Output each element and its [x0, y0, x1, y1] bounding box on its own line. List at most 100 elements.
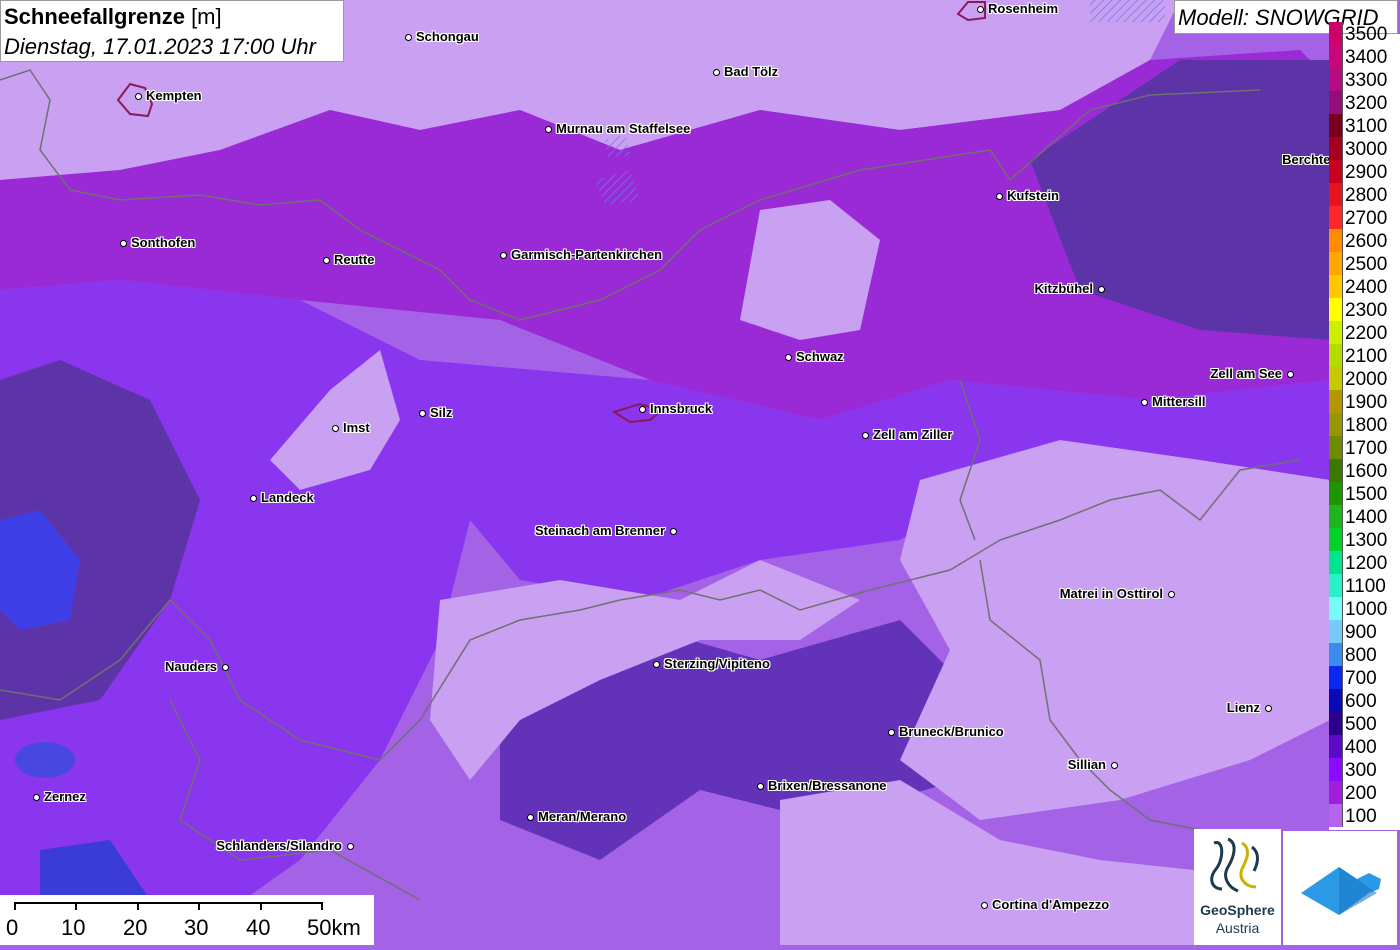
- city-marker[interactable]: [887, 728, 895, 736]
- legend-row: 2800: [1329, 183, 1400, 206]
- legend-label: 3000: [1345, 139, 1388, 160]
- city-label: Zell am Ziller: [873, 427, 953, 442]
- city-marker[interactable]: [980, 901, 988, 909]
- scale-tick: [75, 902, 77, 910]
- legend-label: 2700: [1345, 208, 1388, 229]
- legend-row: 1800: [1329, 413, 1400, 436]
- legend-label: 2000: [1345, 369, 1388, 390]
- legend-row: 700: [1329, 666, 1400, 689]
- city-marker[interactable]: [346, 842, 354, 850]
- legend-swatch: [1329, 689, 1343, 712]
- legend-label: 900: [1345, 622, 1377, 643]
- snowgrid-logo[interactable]: [1283, 831, 1397, 945]
- legend-swatch: [1329, 183, 1343, 206]
- legend-row: 900: [1329, 620, 1400, 643]
- city-marker[interactable]: [1140, 398, 1148, 406]
- city-label: Schlanders/Silandro: [216, 838, 342, 853]
- legend-swatch: [1329, 160, 1343, 183]
- map-date: Dienstag, 17.01.2023 17:00 Uhr: [4, 34, 316, 59]
- scale-label: 20: [123, 915, 148, 940]
- legend-swatch: [1329, 45, 1343, 68]
- map-title: Schneefallgrenze [m]: [4, 4, 222, 29]
- city-marker[interactable]: [249, 494, 257, 502]
- legend-row: 2200: [1329, 321, 1400, 344]
- legend-row: 400: [1329, 735, 1400, 758]
- legend-swatch: [1329, 459, 1343, 482]
- legend-swatch: [1329, 620, 1343, 643]
- city-label: Sillian: [1067, 757, 1106, 772]
- legend-label: 3400: [1345, 47, 1388, 68]
- city-marker[interactable]: [1264, 704, 1272, 712]
- scale-tick: [198, 902, 200, 910]
- legend-swatch: [1329, 758, 1343, 781]
- legend-swatch: [1329, 482, 1343, 505]
- city-label: Matrei in Osttirol: [1059, 586, 1163, 601]
- legend-row: 200: [1329, 781, 1400, 804]
- city-label: Sterzing/Vipiteno: [664, 656, 770, 671]
- legend-label: 800: [1345, 645, 1377, 666]
- legend-swatch: [1329, 574, 1343, 597]
- legend-row: 3400: [1329, 45, 1400, 68]
- legend-row: 2000: [1329, 367, 1400, 390]
- legend-swatch: [1329, 206, 1343, 229]
- legend-swatch: [1329, 666, 1343, 689]
- city-marker[interactable]: [1286, 370, 1294, 378]
- city-marker[interactable]: [669, 527, 677, 535]
- city-marker[interactable]: [404, 33, 412, 41]
- city-label: Garmisch-Partenkirchen: [511, 247, 663, 262]
- city-marker[interactable]: [976, 5, 984, 13]
- legend-row: 2600: [1329, 229, 1400, 252]
- legend-row: 1300: [1329, 528, 1400, 551]
- city-marker[interactable]: [1097, 285, 1105, 293]
- city-marker[interactable]: [1110, 761, 1118, 769]
- city-marker[interactable]: [119, 239, 127, 247]
- legend-row: 3500: [1329, 22, 1400, 45]
- city-marker[interactable]: [638, 405, 646, 413]
- legend-row: 1900: [1329, 390, 1400, 413]
- legend-label: 700: [1345, 668, 1377, 689]
- city-marker[interactable]: [861, 431, 869, 439]
- legend-swatch: [1329, 367, 1343, 390]
- legend-row: 1100: [1329, 574, 1400, 597]
- city-label: Kitzbühel: [1034, 281, 1094, 296]
- city-label: Cortina d'Ampezzo: [992, 897, 1110, 912]
- snowfall-limit-map[interactable]: [0, 0, 1400, 945]
- city-marker[interactable]: [712, 68, 720, 76]
- snow-cloud-icon: [1301, 867, 1381, 915]
- city-marker[interactable]: [221, 663, 229, 671]
- legend-swatch: [1329, 597, 1343, 620]
- legend-row: 1500: [1329, 482, 1400, 505]
- legend-label: 1800: [1345, 415, 1388, 436]
- city-marker[interactable]: [1167, 590, 1175, 598]
- legend-swatch: [1329, 275, 1343, 298]
- legend-swatch: [1329, 781, 1343, 804]
- city-marker[interactable]: [652, 660, 660, 668]
- legend-label: 500: [1345, 714, 1377, 735]
- logo-line1: GeoSphere: [1200, 902, 1275, 918]
- legend-label: 200: [1345, 783, 1377, 804]
- map-title-box: Schneefallgrenze [m] Dienstag, 17.01.202…: [0, 0, 344, 62]
- city-marker[interactable]: [526, 813, 534, 821]
- city-marker[interactable]: [756, 782, 764, 790]
- city-label: Schongau: [416, 29, 479, 44]
- city-marker[interactable]: [134, 92, 142, 100]
- city-marker[interactable]: [784, 353, 792, 361]
- scale-label: 0: [6, 915, 19, 940]
- city-marker[interactable]: [499, 251, 507, 259]
- legend-swatch: [1329, 298, 1343, 321]
- legend-label: 2400: [1345, 277, 1388, 298]
- city-marker[interactable]: [418, 409, 426, 417]
- city-marker[interactable]: [32, 793, 40, 801]
- city-marker[interactable]: [331, 424, 339, 432]
- geosphere-logo[interactable]: GeoSphere Austria: [1194, 829, 1281, 945]
- city-label: Reutte: [334, 252, 375, 267]
- city-label: Murnau am Staffelsee: [556, 121, 691, 136]
- legend-swatch: [1329, 804, 1343, 827]
- city-marker[interactable]: [322, 256, 330, 264]
- legend-row: 100: [1329, 804, 1400, 827]
- city-marker[interactable]: [995, 192, 1003, 200]
- lake-chiemsee: [1090, 0, 1165, 22]
- city-marker[interactable]: [544, 125, 552, 133]
- legend-row: 1600: [1329, 459, 1400, 482]
- legend-row: 600: [1329, 689, 1400, 712]
